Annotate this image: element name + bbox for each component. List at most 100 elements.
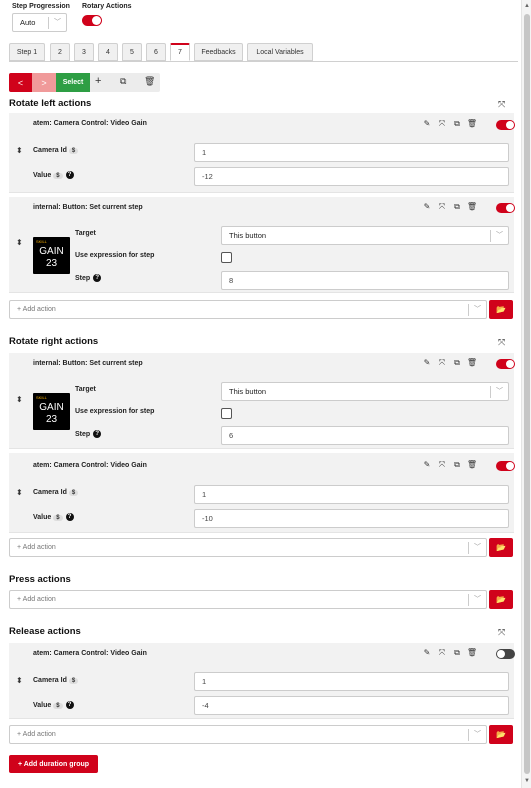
variable-badge: $ bbox=[53, 514, 63, 521]
target-label: Target bbox=[75, 230, 96, 237]
camera-id-label: Camera Id bbox=[33, 147, 67, 154]
camera-id-input[interactable]: 1 bbox=[194, 672, 509, 691]
drag-handle-icon[interactable]: ⬍ bbox=[16, 395, 23, 404]
tab-step-3[interactable]: 3 bbox=[74, 43, 94, 61]
use-expression-checkbox[interactable] bbox=[221, 252, 232, 263]
edit-icon[interactable]: ✎ bbox=[421, 460, 433, 470]
duplicate-icon[interactable]: ⧉ bbox=[451, 648, 463, 658]
value-input[interactable]: -4 bbox=[194, 696, 509, 715]
action-enable-toggle[interactable] bbox=[496, 120, 515, 130]
camera-id-input[interactable]: 1 bbox=[194, 143, 509, 162]
delete-step-icon[interactable]: 🗑 bbox=[144, 76, 155, 87]
chevron-down-icon: ﹀ bbox=[496, 388, 503, 395]
edit-icon[interactable]: ✎ bbox=[421, 119, 433, 129]
folder-icon[interactable]: 📂 bbox=[489, 725, 513, 744]
chevron-down-icon: ﹀ bbox=[474, 596, 481, 603]
drag-handle-icon[interactable]: ⬍ bbox=[16, 488, 23, 497]
tab-step-1[interactable]: Step 1 bbox=[9, 43, 45, 61]
folder-icon[interactable]: 📂 bbox=[489, 590, 513, 609]
variable-badge: $ bbox=[53, 702, 63, 709]
add-action-select[interactable]: + Add action ﹀ bbox=[9, 590, 487, 609]
value-input[interactable]: -12 bbox=[194, 167, 509, 186]
step-input[interactable]: 8 bbox=[221, 271, 509, 290]
camera-id-input[interactable]: 1 bbox=[194, 485, 509, 504]
delete-icon[interactable]: 🗑 bbox=[466, 460, 478, 470]
step-progression-select[interactable]: Auto ﹀ bbox=[12, 13, 67, 32]
add-action-select[interactable]: + Add action ﹀ bbox=[9, 725, 487, 744]
step-progression-value: Auto bbox=[20, 18, 36, 27]
add-action-select[interactable]: + Add action ﹀ bbox=[9, 300, 487, 319]
scrollbar-thumb[interactable] bbox=[524, 14, 530, 774]
duplicate-icon[interactable]: ⧉ bbox=[451, 119, 463, 129]
chevron-down-icon: ﹀ bbox=[474, 544, 481, 551]
button-preview-corner: SKILL bbox=[36, 395, 47, 400]
add-action-placeholder: + Add action bbox=[17, 544, 56, 551]
button-preview: SKILL GAIN 23 bbox=[33, 393, 70, 430]
button-preview-line2: 23 bbox=[45, 258, 58, 269]
add-step-button[interactable]: + bbox=[95, 75, 101, 87]
edit-icon[interactable]: ✎ bbox=[421, 202, 433, 212]
value-label: Value bbox=[33, 701, 52, 709]
drag-handle-icon[interactable]: ⬍ bbox=[16, 238, 23, 247]
action-name: atem: Camera Control: Video Gain bbox=[33, 650, 147, 657]
scroll-up-icon[interactable]: ▲ bbox=[524, 3, 530, 9]
scrollbar[interactable]: ▲ ▼ bbox=[521, 0, 531, 788]
drag-handle-icon[interactable]: ⬍ bbox=[16, 146, 23, 155]
button-preview-line1: GAIN bbox=[39, 246, 64, 257]
target-select[interactable]: This button ﹀ bbox=[221, 226, 509, 245]
action-name: internal: Button: Set current step bbox=[33, 204, 143, 211]
drag-handle-icon[interactable]: ⬍ bbox=[16, 676, 23, 685]
collapse-icon[interactable]: ⤧ bbox=[436, 202, 448, 212]
edit-icon[interactable]: ✎ bbox=[421, 648, 433, 658]
duplicate-icon[interactable]: ⧉ bbox=[451, 460, 463, 470]
tab-feedbacks[interactable]: Feedbacks bbox=[194, 43, 243, 61]
tab-step-2[interactable]: 2 bbox=[50, 43, 70, 61]
folder-icon[interactable]: 📂 bbox=[489, 300, 513, 319]
delete-icon[interactable]: 🗑 bbox=[466, 648, 478, 658]
tab-step-4[interactable]: 4 bbox=[98, 43, 118, 61]
tab-step-5[interactable]: 5 bbox=[122, 43, 142, 61]
next-step-button[interactable]: > bbox=[32, 73, 56, 92]
action-enable-toggle[interactable] bbox=[496, 461, 515, 471]
collapse-icon[interactable]: ⤧ bbox=[436, 460, 448, 470]
use-expression-checkbox[interactable] bbox=[221, 408, 232, 419]
delete-icon[interactable]: 🗑 bbox=[466, 358, 478, 368]
duplicate-step-icon[interactable]: ⧉ bbox=[120, 76, 126, 87]
value-label: Value bbox=[33, 513, 52, 521]
folder-icon[interactable]: 📂 bbox=[489, 538, 513, 557]
collapse-icon[interactable]: ⤧ bbox=[498, 627, 505, 638]
use-expression-label: Use expression for step bbox=[75, 252, 155, 259]
collapse-icon[interactable]: ⤧ bbox=[498, 99, 505, 110]
chevron-down-icon: ﹀ bbox=[474, 306, 481, 313]
select-step-button[interactable]: Select bbox=[56, 73, 90, 92]
step-label: Step bbox=[75, 274, 91, 282]
add-duration-group-button[interactable]: + Add duration group bbox=[9, 755, 98, 773]
collapse-icon[interactable]: ⤧ bbox=[436, 648, 448, 658]
target-select[interactable]: This button ﹀ bbox=[221, 382, 509, 401]
duplicate-icon[interactable]: ⧉ bbox=[451, 358, 463, 368]
step-input[interactable]: 6 bbox=[221, 426, 509, 445]
tab-step-7[interactable]: 7 bbox=[170, 43, 190, 61]
add-action-select[interactable]: + Add action ﹀ bbox=[9, 538, 487, 557]
camera-id-label: Camera Id bbox=[33, 677, 67, 684]
edit-icon[interactable]: ✎ bbox=[421, 358, 433, 368]
scroll-down-icon[interactable]: ▼ bbox=[524, 778, 530, 784]
delete-icon[interactable]: 🗑 bbox=[466, 202, 478, 212]
help-icon: ? bbox=[65, 171, 74, 179]
variable-badge: $ bbox=[68, 148, 79, 154]
rotary-actions-toggle[interactable] bbox=[82, 15, 102, 26]
collapse-icon[interactable]: ⤧ bbox=[498, 337, 505, 348]
collapse-icon[interactable]: ⤧ bbox=[436, 119, 448, 129]
action-enable-toggle[interactable] bbox=[496, 649, 515, 659]
prev-step-button[interactable]: < bbox=[9, 73, 32, 92]
value-input[interactable]: -10 bbox=[194, 509, 509, 528]
tab-step-6[interactable]: 6 bbox=[146, 43, 166, 61]
action-enable-toggle[interactable] bbox=[496, 203, 515, 213]
action-enable-toggle[interactable] bbox=[496, 359, 515, 369]
duplicate-icon[interactable]: ⧉ bbox=[451, 202, 463, 212]
collapse-icon[interactable]: ⤧ bbox=[436, 358, 448, 368]
delete-icon[interactable]: 🗑 bbox=[466, 119, 478, 129]
variable-badge: $ bbox=[68, 678, 79, 684]
tab-local-variables[interactable]: Local Variables bbox=[247, 43, 313, 61]
help-icon: ? bbox=[93, 430, 102, 438]
